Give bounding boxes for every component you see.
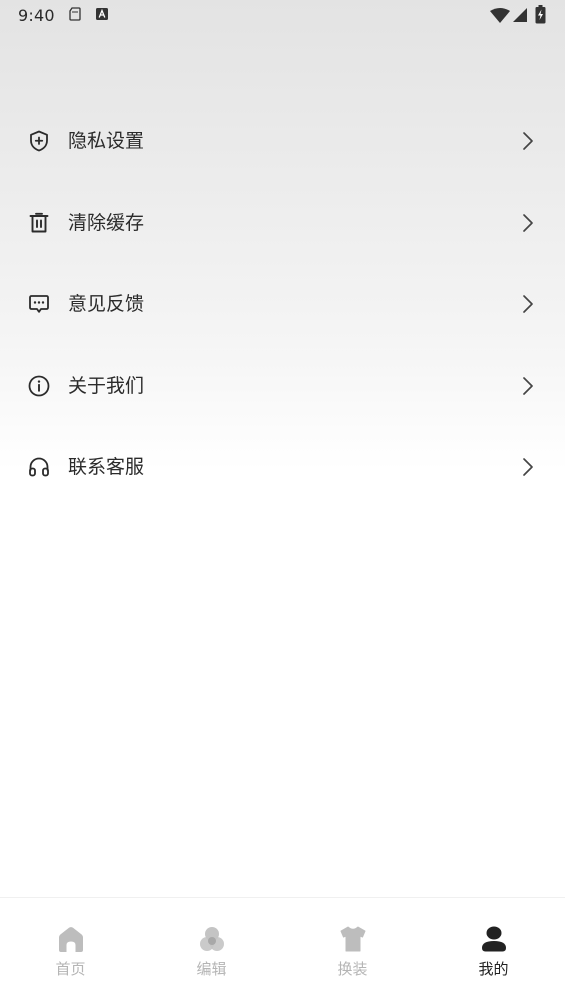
home-icon: [58, 927, 83, 952]
chevron-right-icon: [523, 132, 533, 150]
chevron-right-icon: [523, 295, 533, 313]
bottom-tab-bar: 首页 编辑 换装 我的: [0, 897, 565, 1005]
status-bar: 9:40: [0, 0, 565, 32]
edit-circles-icon: [199, 927, 224, 951]
user-icon: [481, 926, 506, 952]
chevron-right-icon: [523, 213, 533, 232]
trash-icon: [29, 212, 49, 232]
sd-card-icon: [69, 7, 81, 21]
shirt-icon: [340, 926, 365, 952]
screen: 9:40 隐私设置 清除缓存 意见反馈 关于我们 联系客服 首页 编辑 换装 我…: [0, 0, 565, 1005]
chevron-right-icon: [523, 376, 533, 395]
menu-item-about-us[interactable]: 关于我们: [0, 345, 565, 427]
signal-icon: [513, 8, 527, 22]
chat-bubble-icon: [29, 295, 49, 313]
wifi-icon: [490, 8, 510, 23]
tab-mine[interactable]: 我的: [423, 898, 564, 998]
tab-label: 换装: [337, 960, 368, 978]
menu-item-contact-support[interactable]: 联系客服: [0, 426, 565, 508]
menu-item-privacy-settings[interactable]: 隐私设置: [0, 100, 565, 182]
a-badge-icon: [96, 8, 108, 20]
tab-label: 首页: [55, 960, 86, 978]
menu-item-clear-cache[interactable]: 清除缓存: [0, 182, 565, 264]
menu-item-label: 关于我们: [68, 374, 145, 397]
settings-menu: 隐私设置 清除缓存 意见反馈 关于我们 联系客服: [0, 100, 565, 508]
tab-edit[interactable]: 编辑: [141, 898, 282, 998]
tab-label: 编辑: [196, 960, 227, 978]
battery-charging-icon: [535, 5, 546, 24]
menu-item-label: 隐私设置: [68, 130, 145, 152]
menu-item-feedback[interactable]: 意见反馈: [0, 263, 565, 345]
shield-plus-icon: [30, 130, 48, 152]
tab-home[interactable]: 首页: [0, 898, 141, 998]
headset-icon: [29, 457, 49, 477]
chevron-right-icon: [523, 458, 533, 476]
menu-item-label: 联系客服: [68, 456, 145, 478]
status-time: 9:40: [18, 6, 55, 25]
info-icon: [28, 375, 50, 396]
tab-label: 我的: [478, 960, 509, 978]
tab-dress-up[interactable]: 换装: [282, 898, 423, 998]
menu-item-label: 清除缓存: [68, 211, 145, 234]
menu-item-label: 意见反馈: [68, 293, 145, 315]
